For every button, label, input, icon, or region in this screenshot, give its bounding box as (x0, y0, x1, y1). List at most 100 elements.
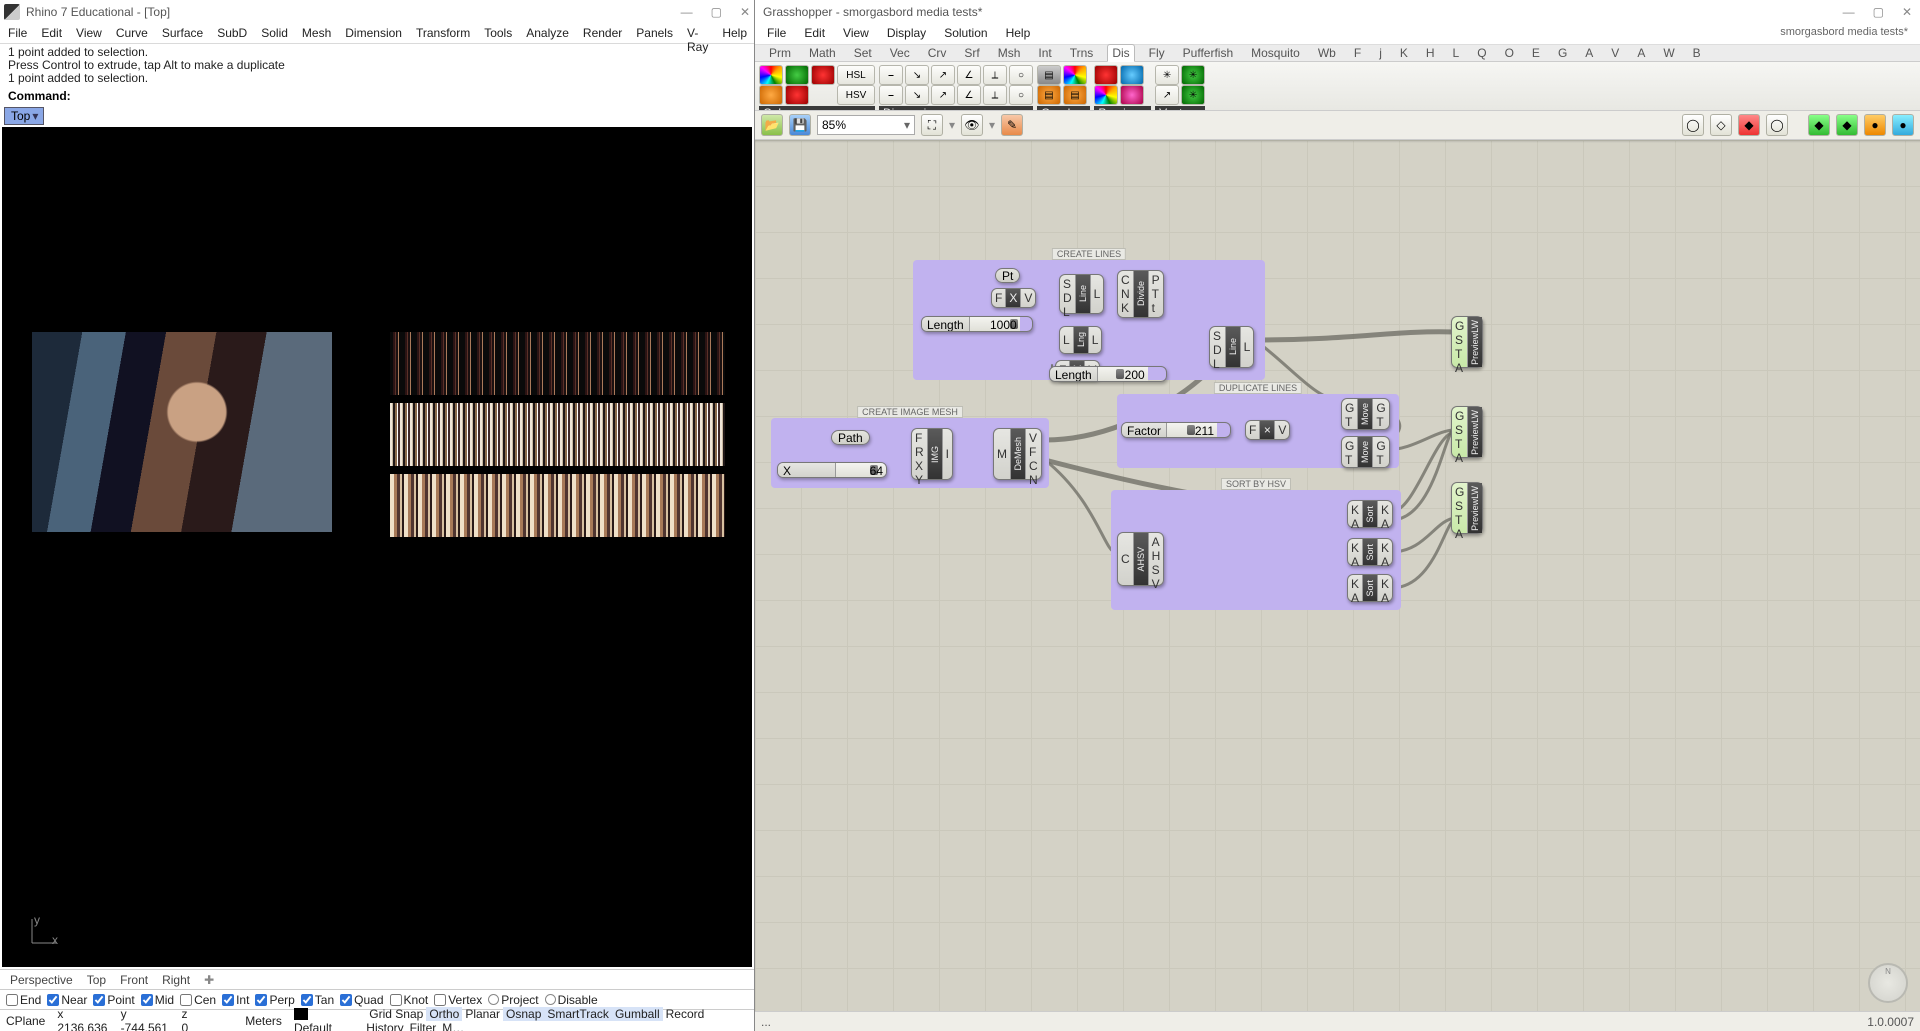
viewport-label[interactable]: Top▾ (4, 107, 44, 125)
status-cplane[interactable]: CPlane (6, 1014, 45, 1028)
close-button[interactable]: ✕ (1902, 5, 1912, 19)
tab-msh[interactable]: Msh (994, 45, 1025, 61)
tab-mosquito[interactable]: Mosquito (1247, 45, 1304, 61)
view-tab-perspective[interactable]: Perspective (10, 973, 73, 986)
menu-transform[interactable]: Transform (416, 26, 470, 41)
tab-f[interactable]: F (1350, 45, 1365, 61)
tab-k[interactable]: K (1396, 45, 1412, 61)
toolbar-btn[interactable]: ◇ (1710, 114, 1732, 136)
add-view-tab[interactable]: ✚ (204, 973, 214, 986)
status-toggle-ortho[interactable]: Ortho (426, 1007, 462, 1021)
minimize-button[interactable]: — (681, 5, 693, 19)
osnap-knot[interactable]: Knot (390, 993, 429, 1007)
slider-length-1[interactable]: Length1000 (921, 316, 1033, 332)
tab-j[interactable]: j (1375, 45, 1386, 61)
dim-btn[interactable]: ↗ (931, 65, 955, 85)
status-toggle-filter[interactable]: Filter (407, 1021, 440, 1031)
component-sort-3[interactable]: KASortKA (1347, 574, 1393, 602)
gh-canvas[interactable]: CREATE LINES Pt FXV Length1000 SDLLineL … (755, 140, 1920, 1011)
menu-file[interactable]: File (8, 26, 27, 41)
hsl-button[interactable]: HSL (837, 65, 875, 85)
menu-edit[interactable]: Edit (41, 26, 62, 41)
zoom-select[interactable]: 85%▾ (817, 115, 915, 135)
component-line-1[interactable]: SDLLineL (1059, 274, 1104, 314)
component-ahsv[interactable]: CAHSVAHSV (1117, 532, 1164, 586)
dim-btn[interactable]: ↘ (905, 85, 929, 105)
status-toggle-m-[interactable]: M… (439, 1021, 467, 1031)
maximize-button[interactable]: ▢ (711, 5, 722, 19)
component-img[interactable]: FRXYIMGI (911, 428, 953, 480)
menu-tools[interactable]: Tools (484, 26, 512, 41)
status-toggle-smarttrack[interactable]: SmartTrack (544, 1007, 612, 1021)
rhino-viewport[interactable]: yx (2, 127, 752, 967)
graph-btn[interactable]: ▤ (1063, 85, 1087, 105)
component-preview-3[interactable]: GSTAPreviewLW (1451, 482, 1483, 534)
component-x[interactable]: FXV (991, 288, 1036, 308)
vector-btn[interactable]: ✳ (1155, 65, 1179, 85)
component-lng[interactable]: LLngL (1059, 326, 1102, 354)
dim-btn[interactable]: ⟂ (983, 85, 1007, 105)
component-sort-2[interactable]: KASortKA (1347, 538, 1393, 566)
toolbar-btn[interactable]: ◯ (1682, 114, 1704, 136)
param-pt[interactable]: Pt (995, 268, 1020, 283)
tab-a[interactable]: A (1633, 45, 1649, 61)
dim-btn[interactable]: ∠ (957, 65, 981, 85)
menu-solid[interactable]: Solid (261, 26, 288, 41)
osnap-point[interactable]: Point (93, 993, 134, 1007)
osnap-mid[interactable]: Mid (141, 993, 174, 1007)
tab-srf[interactable]: Srf (960, 45, 983, 61)
dim-btn[interactable]: ↗ (931, 85, 955, 105)
osnap-project[interactable]: Project (488, 993, 538, 1007)
tab-h[interactable]: H (1422, 45, 1439, 61)
sketch-button[interactable]: ✎ (1001, 114, 1023, 136)
status-toggle-gumball[interactable]: Gumball (612, 1007, 663, 1021)
vector-btn[interactable]: ✳ (1181, 85, 1205, 105)
dim-btn[interactable]: ○ (1009, 65, 1033, 85)
component-mul[interactable]: F×V (1245, 420, 1290, 440)
menu-help[interactable]: Help (1006, 26, 1031, 41)
canvas-compass-icon[interactable]: N (1868, 963, 1908, 1003)
tab-w[interactable]: W (1659, 45, 1678, 61)
menu-view[interactable]: View (843, 26, 869, 41)
slider-xsamples[interactable]: X Samples64 (777, 462, 887, 478)
tab-e[interactable]: E (1528, 45, 1544, 61)
view-tab-top[interactable]: Top (87, 973, 106, 986)
menu-dimension[interactable]: Dimension (345, 26, 402, 41)
hsv-button[interactable]: HSV (837, 85, 875, 105)
tab-pufferfish[interactable]: Pufferfish (1179, 45, 1237, 61)
dim-btn[interactable]: ⎯ (879, 85, 903, 105)
save-button[interactable]: 💾 (789, 114, 811, 136)
tab-o[interactable]: O (1501, 45, 1518, 61)
osnap-quad[interactable]: Quad (340, 993, 383, 1007)
menu-v-ray[interactable]: V-Ray (687, 26, 708, 41)
toolbar-btn[interactable]: ◆ (1836, 114, 1858, 136)
menu-subd[interactable]: SubD (217, 26, 247, 41)
dim-btn[interactable]: ⎯ (879, 65, 903, 85)
status-units[interactable]: Meters (245, 1014, 282, 1028)
status-layer[interactable]: Default (294, 1007, 342, 1031)
colour-btn[interactable] (785, 85, 809, 105)
component-move-1[interactable]: GTMoveGT (1341, 398, 1390, 430)
graph-btn[interactable]: ▤ (1037, 85, 1061, 105)
view-tab-front[interactable]: Front (120, 973, 148, 986)
osnap-near[interactable]: Near (47, 993, 87, 1007)
menu-display[interactable]: Display (887, 26, 926, 41)
dim-btn[interactable]: ○ (1009, 85, 1033, 105)
menu-analyze[interactable]: Analyze (526, 26, 569, 41)
close-button[interactable]: ✕ (740, 5, 750, 19)
osnap-disable[interactable]: Disable (545, 993, 598, 1007)
tab-dis[interactable]: Dis (1107, 44, 1134, 62)
vector-btn[interactable]: ✳ (1181, 65, 1205, 85)
component-preview-2[interactable]: GSTAPreviewLW (1451, 406, 1483, 458)
toolbar-btn[interactable]: ● (1892, 114, 1914, 136)
menu-solution[interactable]: Solution (944, 26, 987, 41)
vector-btn[interactable]: ↗ (1155, 85, 1179, 105)
osnap-vertex[interactable]: Vertex (434, 993, 482, 1007)
menu-help[interactable]: Help (722, 26, 747, 41)
slider-length-2[interactable]: Length200 (1049, 366, 1167, 382)
doc-label[interactable]: smorgasbord media tests* (1780, 26, 1908, 41)
status-toggle-planar[interactable]: Planar (462, 1007, 503, 1021)
tab-g[interactable]: G (1554, 45, 1571, 61)
toolbar-btn[interactable]: ◆ (1808, 114, 1830, 136)
colour-btn[interactable] (811, 65, 835, 85)
